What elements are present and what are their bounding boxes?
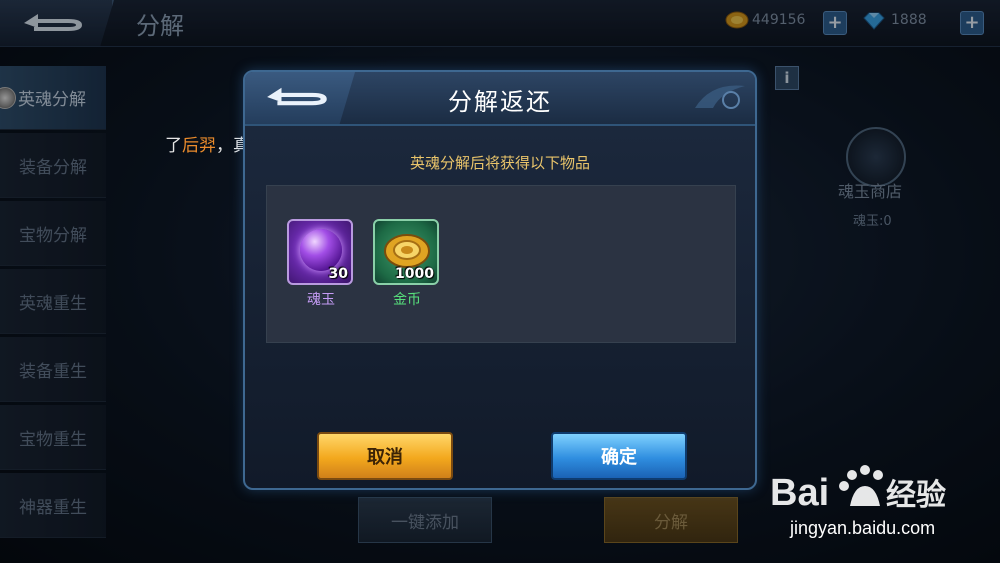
watermark-url: jingyan.baidu.com — [790, 518, 936, 538]
reward-item-soul-jade[interactable]: 30 魂玉 — [287, 219, 355, 309]
svg-text:Bai: Bai — [770, 472, 829, 514]
soul-jade-icon: 30 — [287, 219, 353, 285]
reward-item-gold[interactable]: 1000 金币 — [373, 219, 441, 309]
item-count: 30 — [328, 266, 348, 282]
dialog-subtitle: 英魂分解后将获得以下物品 — [409, 154, 590, 172]
ornament-icon — [695, 85, 745, 109]
confirm-button[interactable]: 确定 — [551, 432, 687, 480]
item-name: 金币 — [393, 292, 421, 308]
broadcast-hero-name: 后羿 — [182, 136, 216, 156]
reward-items-panel: 30 魂玉 1000 金币 — [266, 185, 736, 343]
gold-coin-icon: 1000 — [373, 219, 439, 285]
decompose-return-dialog: 分解返还 英魂分解后将获得以下物品 30 魂玉 1000 金币 取消 确定 — [243, 70, 757, 490]
item-count: 1000 — [395, 266, 434, 282]
cancel-button[interactable]: 取消 — [317, 432, 453, 480]
broadcast-prefix: 了 — [165, 136, 182, 156]
dialog-title: 分解返还 — [448, 88, 552, 116]
item-name: 魂玉 — [307, 292, 335, 308]
svg-text:经验: 经验 — [886, 478, 946, 513]
